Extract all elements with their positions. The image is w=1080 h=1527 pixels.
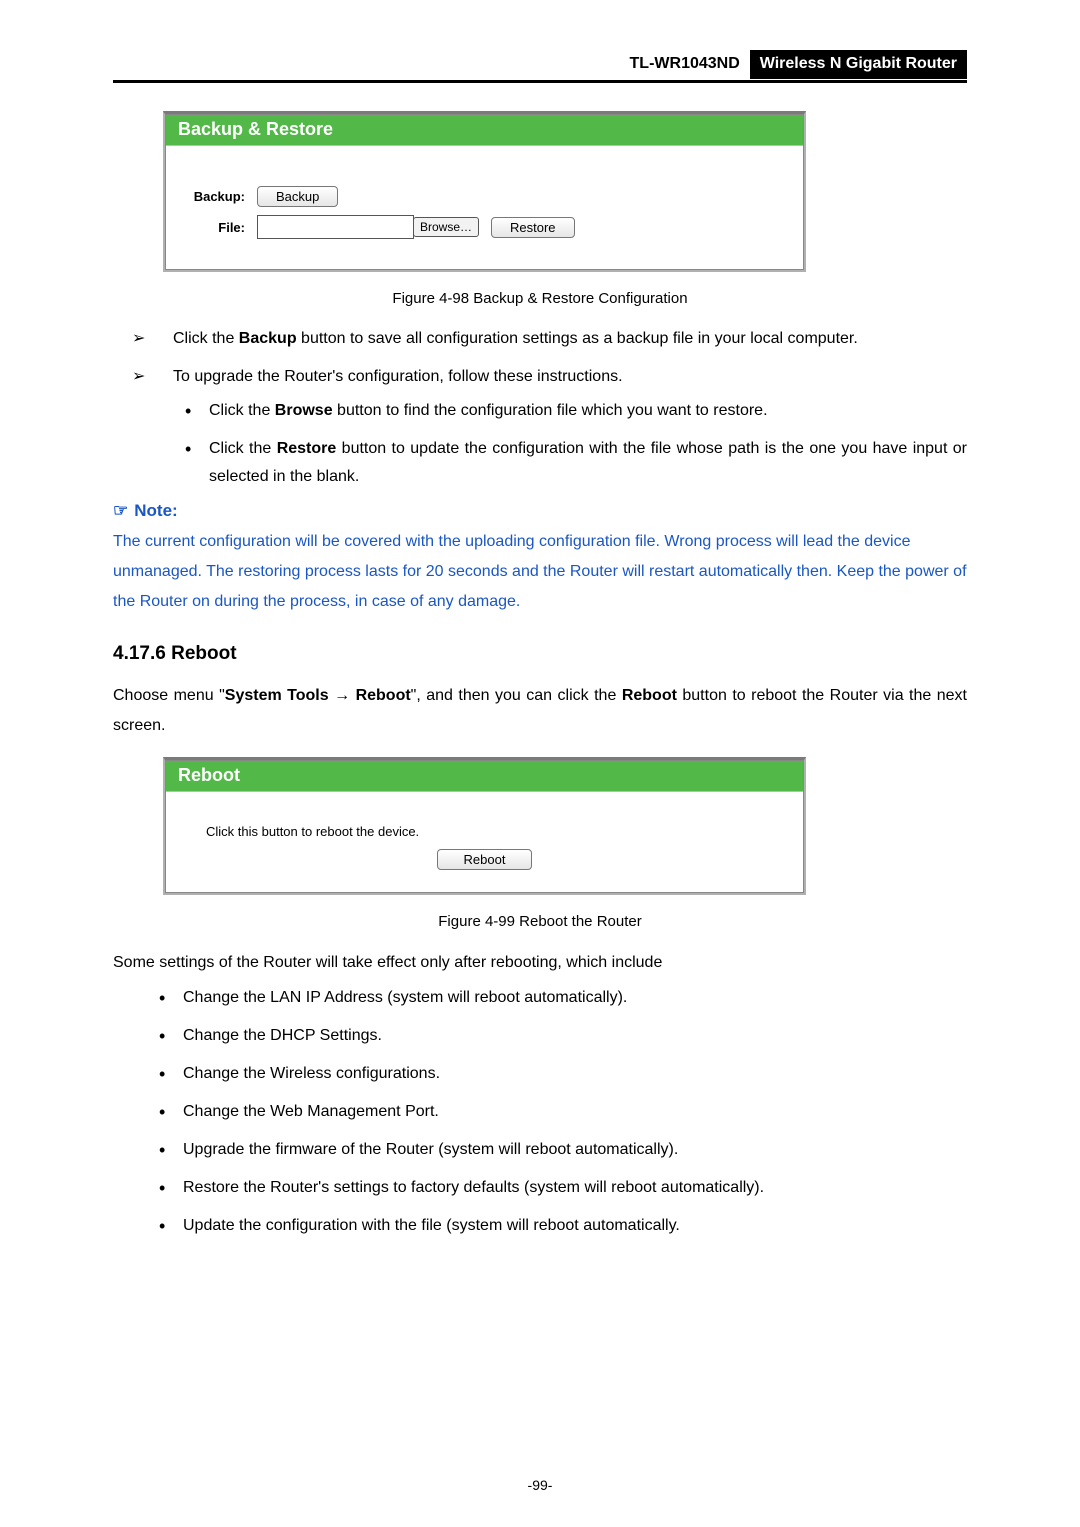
backup-row: Backup: Backup [180,186,789,207]
page-number: -99- [0,1477,1080,1493]
list-item: Update the configuration with the file (… [113,1212,967,1240]
list-item: Click the Restore button to update the c… [173,435,967,491]
document-header: TL-WR1043ND Wireless N Gigabit Router [113,50,967,83]
dot-list: Click the Browse button to find the conf… [173,397,967,491]
reboot-panel: Reboot Click this button to reboot the d… [163,757,806,895]
restore-button[interactable]: Restore [491,217,575,238]
section-heading: 4.17.6 Reboot [113,643,967,665]
panel-title: Reboot [166,761,803,791]
backup-restore-panel: Backup & Restore Backup: Backup File: Br… [163,111,806,272]
list-item: Change the LAN IP Address (system will r… [113,984,967,1012]
panel-title: Backup & Restore [166,115,803,145]
after-list: Change the LAN IP Address (system will r… [113,984,967,1240]
page: TL-WR1043ND Wireless N Gigabit Router Ba… [0,0,1080,1527]
file-input[interactable] [257,215,414,239]
reboot-text: Click this button to reboot the device. [206,824,763,839]
after-intro: Some settings of the Router will take ef… [113,948,967,978]
backup-button[interactable]: Backup [257,186,338,207]
pointing-hand-icon: ☞ [113,501,128,520]
file-label: File: [180,220,245,235]
reboot-intro: Choose menu "System Tools → Reboot", and… [113,681,967,741]
model: TL-WR1043ND [620,50,750,79]
browse-button[interactable]: Browse… [413,217,479,237]
list-item: To upgrade the Router's configuration, f… [113,363,967,491]
arrow-list: Click the Backup button to save all conf… [113,325,967,491]
file-row: File: Browse… Restore [180,215,789,239]
note-heading: ☞Note: [113,501,967,521]
figure-caption: Figure 4-98 Backup & Restore Configurati… [113,290,967,307]
list-item: Change the Wireless configurations. [113,1060,967,1088]
list-item: Change the Web Management Port. [113,1098,967,1126]
list-item: Click the Browse button to find the conf… [173,397,967,425]
product: Wireless N Gigabit Router [750,50,967,79]
list-item: Upgrade the firmware of the Router (syst… [113,1136,967,1164]
list-item: Click the Backup button to save all conf… [113,325,967,353]
backup-label: Backup: [180,189,245,204]
reboot-button[interactable]: Reboot [437,849,533,870]
note-body: The current configuration will be covere… [113,527,967,617]
list-item: Change the DHCP Settings. [113,1022,967,1050]
list-item: Restore the Router's settings to factory… [113,1174,967,1202]
figure-caption: Figure 4-99 Reboot the Router [113,913,967,930]
